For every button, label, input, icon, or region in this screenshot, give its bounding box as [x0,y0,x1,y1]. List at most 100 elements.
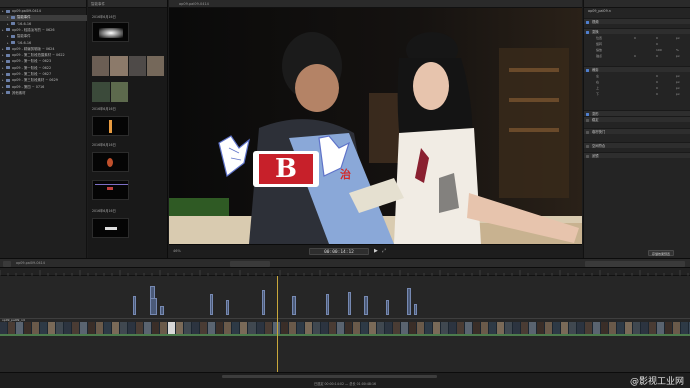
inspector-section[interactable]: 裁剪 [584,66,690,72]
clip-filmstrip[interactable] [92,56,164,76]
library-item[interactable]: ▸ op09 - 第一阶段 ~ 0622 [0,66,87,72]
param-value[interactable]: px [676,54,680,59]
inspector-section[interactable]: 稳定 [584,116,690,122]
inspector-row[interactable]: 右 0 px [584,80,690,85]
section-checkbox[interactable] [586,118,589,122]
section-checkbox[interactable] [586,154,589,158]
event-icon [6,72,10,76]
browser-group-label: 2016年6月16日 [92,107,116,111]
library-item[interactable]: ▸ '16-6-16 [0,22,87,28]
timeline-nav[interactable] [230,261,270,267]
clip-thumbnail[interactable] [92,116,129,136]
connected-clip[interactable] [407,288,411,315]
timeline-tools[interactable] [585,261,685,267]
clip-frame [601,322,610,334]
connected-clip[interactable] [133,296,136,315]
param-value[interactable]: 0 [656,86,658,91]
timecode-display[interactable]: 00:00:14:12 [309,248,369,255]
library-item[interactable]: ▸ 智能事件 [0,34,87,40]
param-value[interactable]: 0 [656,80,658,85]
clip-frame [521,322,530,334]
inspector-section[interactable]: 空间符合 [584,142,690,148]
timeline-area[interactable]: op09_pal09_n4 [0,276,690,372]
clip-thumbnail[interactable] [92,152,129,172]
inspector-section[interactable]: 卷帘快门 [584,128,690,134]
library-item[interactable]: ▸ op09 - 轻描淡写的 ~ 0626 [0,28,87,34]
horizontal-scrollbar[interactable] [222,375,437,378]
param-value[interactable]: px [676,74,680,79]
connected-clip[interactable] [414,304,417,315]
timeline-ruler[interactable] [0,268,690,276]
param-value[interactable]: px [676,80,680,85]
inspector-section[interactable]: 滤镜 [584,152,690,158]
connected-clip[interactable] [386,300,389,315]
library-item[interactable]: ▸ op09 - 第一阶段 ~ 0623 [0,59,87,65]
section-checkbox[interactable] [586,30,589,34]
inspector-row[interactable]: 旋转 0 [584,42,690,47]
param-value[interactable]: 0 [656,74,658,79]
param-value[interactable]: 100 [656,48,662,53]
connected-clip[interactable] [348,292,351,315]
fullscreen-icon[interactable]: ⤢ [382,248,386,254]
viewer-zoom[interactable]: 46% [173,249,181,253]
inspector-row[interactable]: 位置 0 0 px [584,36,690,41]
connected-clip[interactable] [226,300,229,315]
clip-thumbnail[interactable] [92,180,129,200]
clip-frame [248,322,257,334]
library-item[interactable]: ▸ op09 - 精编剪辑版 ~ 0624 [0,47,87,53]
connected-clip[interactable] [364,296,368,315]
library-item[interactable]: ▸ 其他素材 [0,91,87,97]
param-value[interactable]: 0 [634,54,636,59]
library-item-label: op09 - 轻描淡写的 ~ 0626 [12,27,55,32]
connected-clip[interactable] [150,298,157,315]
connected-clip[interactable] [262,290,265,315]
inspector-row[interactable]: 锚点 0 0 px [584,54,690,59]
library-item[interactable]: ▸ op09 - 第三阶段素材 ~ 0629 [0,78,87,84]
param-value[interactable]: 0 [634,36,636,41]
param-value[interactable]: px [676,86,680,91]
library-item[interactable]: ▸ op09 - 第四 ~ 0716 [0,85,87,91]
event-icon [11,15,15,19]
inspector-row[interactable]: 上 0 px [584,86,690,91]
clip-thumbnail[interactable] [92,218,129,238]
clip-frame [352,322,361,334]
primary-storyline[interactable] [0,322,690,334]
library-item[interactable]: ▸ op09.pal09-0414 [0,9,87,15]
param-value[interactable]: 0 [656,42,658,47]
section-checkbox[interactable] [586,130,589,134]
param-value[interactable]: 0 [656,36,658,41]
section-checkbox[interactable] [586,144,589,148]
save-preset-button[interactable]: 存储效果预置 [648,250,675,256]
library-item[interactable]: ▸ 智能事件 [0,15,87,21]
play-button[interactable]: ▶ [374,248,378,254]
connected-clip[interactable] [160,306,164,315]
inspector-row[interactable]: 左 0 px [584,74,690,79]
section-checkbox[interactable] [586,20,589,24]
section-checkbox[interactable] [586,68,589,72]
inspector-tabs[interactable] [584,0,690,8]
clip-thumbnail[interactable] [92,22,129,42]
param-value[interactable]: px [676,92,680,97]
library-item[interactable]: ▸ '16-6-16 [0,41,87,47]
clip-frame [537,322,546,334]
library-item[interactable]: ▸ op09 - 第二阶段 ~ 0627 [0,72,87,78]
index-button[interactable] [3,261,11,267]
connected-clip[interactable] [326,294,329,315]
param-value[interactable]: 0 [656,54,658,59]
library-item[interactable]: ▸ op09 - 第二阶段拍摄素材 ~ 0622 [0,53,87,59]
viewer-canvas[interactable]: B 治 [169,8,582,244]
connected-clip[interactable] [210,294,213,315]
param-value[interactable]: % [676,48,679,53]
connected-clip[interactable] [292,296,296,315]
playhead[interactable] [277,276,278,372]
inspector-section[interactable]: 变换 [584,28,690,34]
clip-frame [112,322,121,334]
param-value[interactable]: px [676,36,680,41]
inspector-section[interactable]: 视频 [584,18,690,24]
inspector-row[interactable]: 下 0 px [584,92,690,97]
inspector-row[interactable]: 缩放 100% [584,48,690,53]
clip-frame [424,322,433,334]
browser-group-label: 2016年6月16日 [92,143,116,147]
param-value[interactable]: 0 [656,92,658,97]
clip-filmstrip[interactable] [92,82,128,102]
